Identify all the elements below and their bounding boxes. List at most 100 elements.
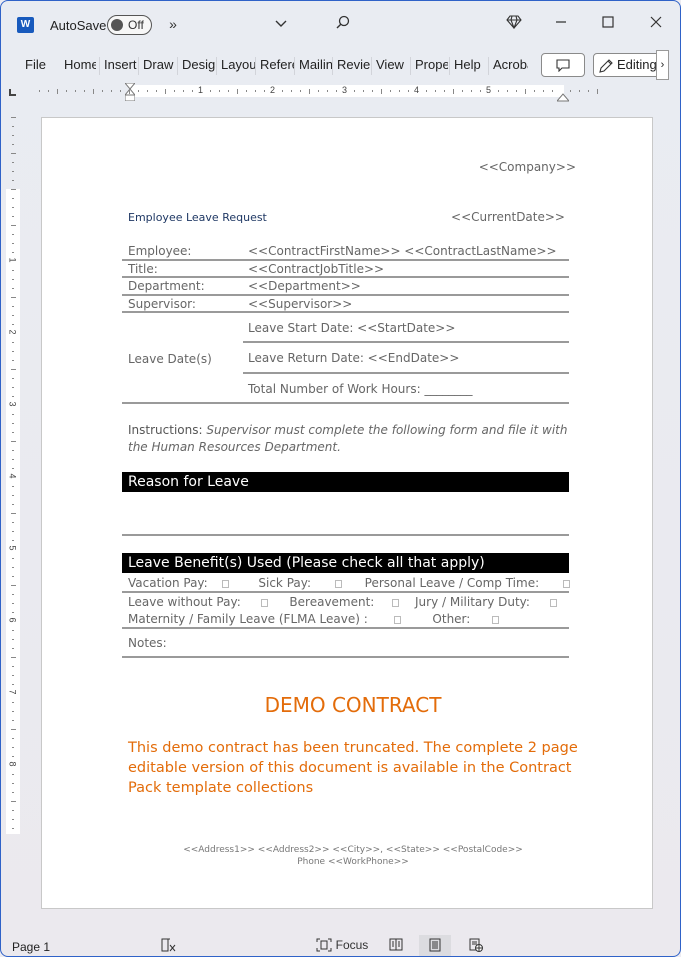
comments-button[interactable] bbox=[541, 53, 585, 77]
company-field: <<Company>> bbox=[478, 160, 576, 174]
ruler-tick bbox=[12, 675, 14, 676]
tab-layout[interactable]: Layout bbox=[216, 57, 255, 75]
bereavement-checkbox[interactable] bbox=[392, 598, 400, 607]
divider bbox=[243, 372, 569, 374]
tab-view[interactable]: View bbox=[371, 57, 409, 75]
page-footer: <<Address1>> <<Address2>> <<City>>, <<St… bbox=[42, 844, 664, 868]
page-indicator[interactable]: Page 1 bbox=[12, 940, 50, 954]
demo-contract-notice: This demo contract has been truncated. T… bbox=[128, 740, 578, 796]
tab-stop-selector[interactable] bbox=[9, 89, 16, 96]
proofing-icon[interactable] bbox=[161, 938, 177, 955]
ruler-tick bbox=[138, 90, 139, 92]
diamond-icon[interactable] bbox=[504, 15, 524, 32]
ruler-tick bbox=[12, 180, 14, 181]
minimize-icon[interactable] bbox=[551, 15, 571, 31]
indent-marker[interactable] bbox=[123, 82, 137, 102]
vertical-ruler[interactable]: 1 2 3 4 5 6 7 8 bbox=[6, 101, 20, 836]
ruler-tick bbox=[12, 594, 14, 595]
benefits-header: Leave Benefit(s) Used (Please check all … bbox=[122, 553, 569, 573]
tab-acrobat[interactable]: Acrobat bbox=[488, 57, 528, 75]
tab-review[interactable]: Review bbox=[332, 57, 370, 75]
ruler-tick bbox=[10, 189, 16, 190]
word-logo-icon: W bbox=[17, 17, 34, 33]
web-layout-icon[interactable] bbox=[469, 938, 483, 955]
footer-phone: Phone <<WorkPhone>> bbox=[297, 857, 409, 867]
employee-label: Employee: bbox=[128, 244, 192, 258]
print-layout-icon[interactable] bbox=[429, 938, 441, 955]
other-label: Other: bbox=[432, 612, 471, 626]
ruler-tick bbox=[12, 414, 14, 415]
ruler-tick bbox=[291, 90, 292, 92]
leave-dates-label: Leave Date(s) bbox=[128, 352, 212, 366]
divider bbox=[122, 656, 569, 658]
ruler-tick bbox=[327, 90, 328, 92]
ruler-number: 2 bbox=[270, 85, 276, 95]
title-value: <<ContractJobTitle>> bbox=[248, 262, 385, 276]
ruler-tick bbox=[102, 90, 103, 92]
tab-design[interactable]: Design bbox=[177, 57, 216, 75]
title-bar: W AutoSave Off » bbox=[1, 1, 680, 49]
ruler-tick bbox=[12, 243, 14, 244]
notes-label: Notes: bbox=[128, 636, 167, 650]
ruler-tick bbox=[192, 90, 193, 92]
other-checkbox[interactable] bbox=[492, 615, 500, 624]
ruler-tick bbox=[12, 648, 14, 649]
ruler-tick bbox=[12, 495, 14, 496]
leave-without-pay-checkbox[interactable] bbox=[260, 598, 268, 607]
jury-duty-checkbox[interactable] bbox=[549, 598, 557, 607]
ruler-tick bbox=[12, 738, 14, 739]
ruler-number: 4 bbox=[414, 85, 420, 95]
reason-input-area[interactable] bbox=[122, 494, 569, 534]
ruler-tick bbox=[219, 90, 220, 92]
divider bbox=[122, 294, 569, 296]
ruler-number: 8 bbox=[7, 761, 18, 767]
tab-help[interactable]: Help bbox=[449, 57, 487, 75]
tab-file[interactable]: File bbox=[21, 57, 51, 75]
vacation-pay-checkbox[interactable] bbox=[221, 579, 229, 588]
tab-draw[interactable]: Draw bbox=[138, 57, 177, 75]
horizontal-ruler[interactable]: 1 2 3 4 5 bbox=[31, 82, 676, 102]
ruler-tick bbox=[453, 88, 454, 94]
read-mode-icon[interactable] bbox=[389, 938, 403, 954]
editing-mode-button[interactable]: Editing bbox=[593, 53, 663, 77]
document-page[interactable]: <<Company>> Employee Leave Request <<Cur… bbox=[41, 117, 653, 909]
focus-button[interactable]: Focus bbox=[316, 938, 368, 955]
personal-leave-checkbox[interactable] bbox=[562, 579, 570, 588]
ruler-tick bbox=[408, 90, 409, 92]
tab-mailings[interactable]: Mailings bbox=[294, 57, 332, 75]
ruler-tick bbox=[12, 630, 14, 631]
ruler-tick bbox=[12, 126, 14, 127]
ruler-tick bbox=[12, 756, 14, 757]
ruler-tick bbox=[246, 90, 247, 92]
editing-label: Editing bbox=[617, 57, 657, 72]
ruler-tick bbox=[12, 576, 14, 577]
maternity-leave-checkbox[interactable] bbox=[393, 615, 401, 624]
ruler-number: 4 bbox=[7, 473, 18, 479]
ruler-tick bbox=[12, 792, 14, 793]
overflow-icon[interactable]: » bbox=[163, 16, 183, 32]
maximize-icon[interactable] bbox=[598, 15, 618, 31]
tab-references[interactable]: References bbox=[255, 57, 294, 75]
ribbon-expand-button[interactable]: › bbox=[656, 50, 669, 80]
search-icon[interactable] bbox=[333, 15, 353, 32]
tab-insert[interactable]: Insert bbox=[99, 57, 137, 75]
close-icon[interactable] bbox=[646, 15, 666, 31]
autosave-toggle[interactable]: Off bbox=[107, 15, 152, 35]
ruler-number: 5 bbox=[7, 545, 18, 551]
ruler-tick bbox=[12, 198, 14, 199]
employee-value: <<ContractFirstName>> <<ContractLastName… bbox=[248, 244, 557, 258]
benefits-row-2: Leave without Pay: Bereavement: Jury / M… bbox=[128, 595, 557, 609]
ruler-tick bbox=[399, 90, 400, 92]
ruler-number: 1 bbox=[7, 257, 18, 263]
ruler-tick bbox=[318, 90, 319, 92]
tab-properties[interactable]: Properties bbox=[410, 57, 448, 75]
tab-home[interactable]: Home bbox=[60, 57, 96, 75]
ruler-tick bbox=[12, 504, 14, 505]
sick-pay-checkbox[interactable] bbox=[334, 579, 342, 588]
right-indent-marker[interactable] bbox=[555, 89, 571, 102]
ruler-tick bbox=[12, 306, 14, 307]
ruler-tick bbox=[12, 567, 14, 568]
vacation-pay-label: Vacation Pay: bbox=[128, 576, 208, 590]
ruler-tick bbox=[10, 729, 16, 730]
chevron-down-icon[interactable] bbox=[271, 15, 291, 31]
